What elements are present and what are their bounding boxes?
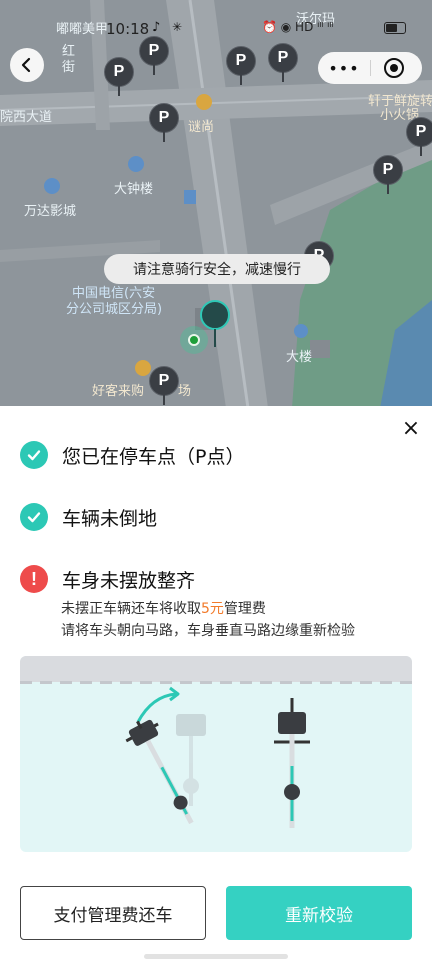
map-label-building: 大楼 <box>286 350 313 365</box>
check-row-not-aligned: ! 车身未摆放整齐 <box>20 564 195 594</box>
bike-alignment-icon <box>125 686 310 828</box>
map-label-haokelai: 好客来购 <box>92 384 145 399</box>
map-label-bell-tower: 大钟楼 <box>114 182 154 197</box>
safety-toast: 请注意骑行安全，减速慢行 <box>104 254 330 284</box>
map-label-mishang: 谜尚 <box>188 120 215 135</box>
bike-marker-icon[interactable] <box>200 300 230 330</box>
status-bar: 10:18 ♪ ✳ ⏰ ◉ HD ᴵˡˡ ᴵˡˡ <box>0 14 432 42</box>
poi-icon <box>44 178 60 194</box>
check-label: 车身未摆放整齐 <box>62 569 196 592</box>
map-view[interactable]: 嘟嘟美甲 沃尔玛 红 街 院西大道 谜尚 轩于鲜旋转 小火锅 大钟楼 万达影城 … <box>0 0 432 408</box>
bike-marker-stem <box>214 329 216 347</box>
status-time: 10:18 <box>106 20 150 38</box>
signal-mute-icon: ✳ <box>172 20 183 34</box>
check-row-not-fallen: 车辆未倒地 <box>20 502 157 532</box>
parking-marker[interactable]: P <box>268 43 298 83</box>
poi-icon <box>196 94 212 110</box>
parking-marker[interactable]: P <box>226 46 256 86</box>
parking-marker[interactable]: P <box>149 366 179 406</box>
poi-icon <box>128 156 144 172</box>
fee-notice: 未摆正车辆还车将收取5元管理费 <box>61 601 266 617</box>
home-indicator <box>144 954 288 959</box>
check-label: 您已在停车点（P点） <box>62 445 245 468</box>
tiktok-icon: ♪ <box>152 20 161 35</box>
instruction-text: 请将车头朝向马路，车身垂直马路边缘重新检验 <box>61 623 355 639</box>
capsule-divider <box>370 60 371 76</box>
parking-marker[interactable]: P <box>139 36 169 76</box>
check-row-parking-point: 您已在停车点（P点） <box>20 440 244 470</box>
parking-marker[interactable]: P <box>149 103 179 143</box>
fee-amount: 5元 <box>201 601 224 617</box>
parking-marker[interactable]: P <box>406 117 432 157</box>
recheck-button[interactable]: 重新校验 <box>226 886 412 940</box>
current-location-dot <box>188 334 200 346</box>
parking-illustration <box>20 656 412 852</box>
error-icon: ! <box>20 565 48 593</box>
back-button[interactable] <box>10 48 44 82</box>
map-label-wanda: 万达影城 <box>24 204 77 219</box>
pay-fee-return-button[interactable]: 支付管理费还车 <box>20 886 206 940</box>
status-icons: ⏰ ◉ HD ᴵˡˡ ᴵˡˡ <box>262 20 334 34</box>
close-icon[interactable]: × <box>400 418 422 440</box>
map-label-chang: 场 <box>178 384 192 399</box>
map-label-yuanxi-road: 院西大道 <box>0 110 53 125</box>
map-label-telecom-2: 分公司城区分局) <box>66 302 163 317</box>
poi-icon <box>184 190 196 204</box>
poi-icon <box>294 324 308 338</box>
parking-marker[interactable]: P <box>373 155 403 195</box>
more-button[interactable]: ••• <box>318 52 370 84</box>
check-circle-icon <box>20 441 48 469</box>
return-check-sheet: × 您已在停车点（P点） 车辆未倒地 ! 车身未摆放整齐 未摆正车辆还车将收取5… <box>0 406 432 960</box>
check-circle-icon <box>20 503 48 531</box>
map-label-jie: 街 <box>62 60 76 75</box>
close-miniprogram-button[interactable] <box>384 58 404 78</box>
chevron-left-icon <box>21 57 31 73</box>
battery-icon <box>384 22 406 34</box>
parking-marker[interactable]: P <box>104 57 134 97</box>
miniprogram-capsule: ••• <box>318 52 422 84</box>
check-label: 车辆未倒地 <box>62 507 158 530</box>
